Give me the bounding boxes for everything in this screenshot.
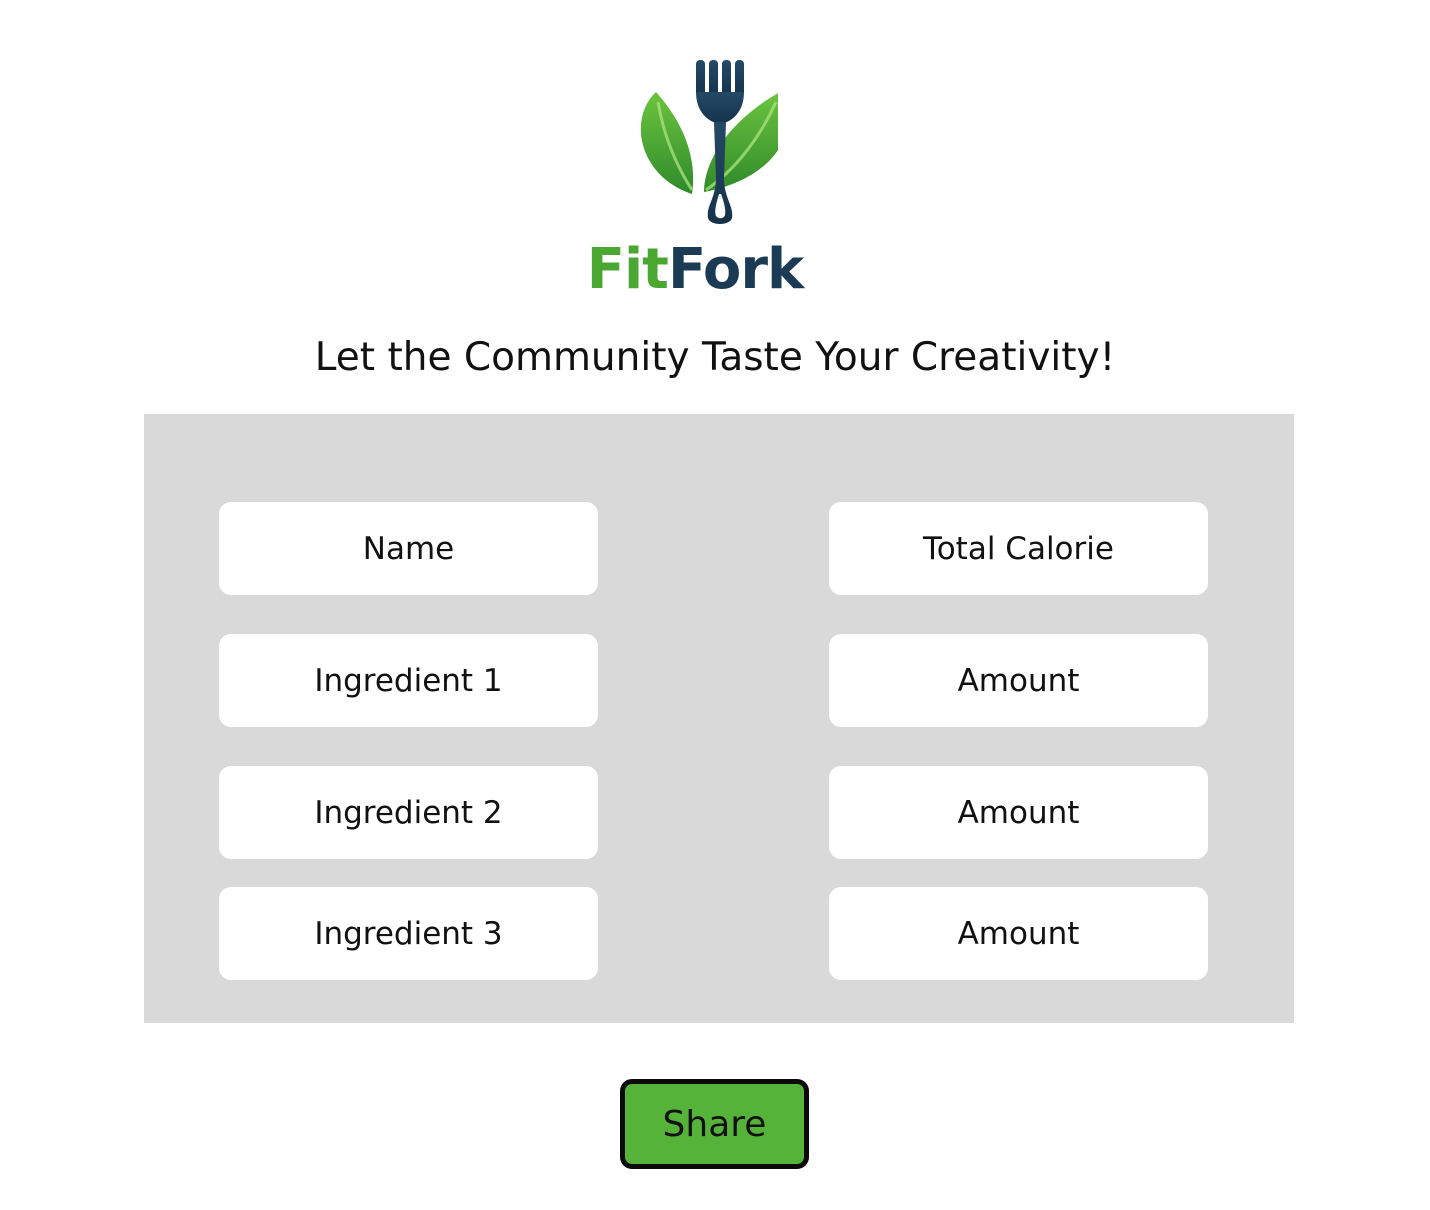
ingredient-3-field[interactable]: Ingredient 3 [219,887,598,980]
amount-1-field[interactable]: Amount [829,634,1208,727]
brand-name-fork: Fork [667,237,804,302]
amount-2-field[interactable]: Amount [829,766,1208,859]
brand-name: FitFork [580,238,810,302]
fork-with-leaves-icon [640,60,778,224]
brand-name-fit: Fit [586,237,669,302]
share-button[interactable]: Share [620,1079,809,1169]
ingredient-1-field[interactable]: Ingredient 1 [219,634,598,727]
amount-3-field[interactable]: Amount [829,887,1208,980]
ingredient-2-field[interactable]: Ingredient 2 [219,766,598,859]
page-headline: Let the Community Taste Your Creativity! [314,335,1116,380]
recipe-form-panel: Name Total Calorie Ingredient 1 Amount I… [144,414,1294,1023]
fitfork-logo: FitFork [580,50,810,310]
total-calorie-field[interactable]: Total Calorie [829,502,1208,595]
name-field[interactable]: Name [219,502,598,595]
